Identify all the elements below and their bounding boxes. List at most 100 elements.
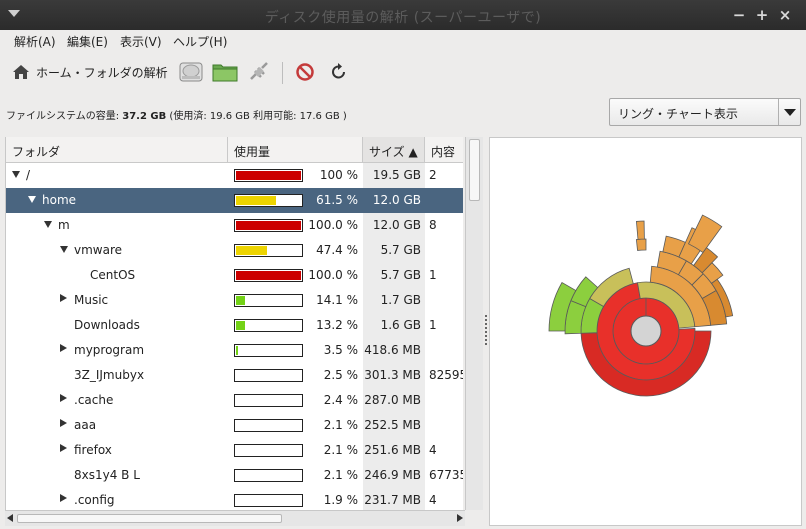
ring-center[interactable]: [630, 315, 662, 347]
usage-percent: 100.0 %: [308, 268, 358, 282]
usage-percent: 1.9 %: [323, 493, 358, 507]
expander-closed-icon[interactable]: [60, 494, 67, 502]
menu-edit[interactable]: 編集(E): [67, 33, 108, 50]
dropdown-arrow-icon[interactable]: [778, 99, 800, 125]
scan-home-label: ホーム・フォルダの解析: [36, 65, 168, 80]
menu-view[interactable]: 表示(V): [120, 33, 162, 50]
tree-row[interactable]: vmware 47.4 % 5.7 GB: [6, 238, 463, 263]
tree-row[interactable]: / 100 % 19.5 GB 2: [6, 163, 463, 188]
folder-size: 19.5 GB: [372, 168, 421, 182]
minimize-button[interactable]: −: [730, 6, 748, 24]
menu-analyze[interactable]: 解析(A): [14, 33, 56, 50]
tree-row[interactable]: 3Z_IJmubyx 2.5 % 301.3 MB 82595: [6, 363, 463, 388]
usage-percent: 100.0 %: [308, 218, 358, 232]
usage-bar: [234, 244, 303, 257]
column-header-contents[interactable]: 内容: [425, 137, 463, 163]
tree-row[interactable]: 8xs1y4 B L 2.1 % 246.9 MB 67735: [6, 463, 463, 488]
tree-row[interactable]: firefox 2.1 % 251.6 MB 4: [6, 438, 463, 463]
vertical-scroll-thumb[interactable]: [469, 139, 480, 201]
usage-percent: 47.4 %: [316, 243, 358, 257]
ring-chart-pane[interactable]: [489, 137, 802, 526]
column-header-usage[interactable]: 使用量: [228, 137, 363, 163]
usage-percent: 2.4 %: [323, 393, 358, 407]
tree-row[interactable]: Music 14.1 % 1.7 GB: [6, 288, 463, 313]
folder-contents: 1: [429, 318, 437, 332]
vertical-scrollbar[interactable]: [465, 137, 483, 510]
folder-contents: 1: [429, 268, 437, 282]
usage-bar-fill: [236, 246, 267, 255]
tree-row[interactable]: aaa 2.1 % 252.5 MB: [6, 413, 463, 438]
expander-closed-icon[interactable]: [60, 394, 67, 402]
expander-closed-icon[interactable]: [60, 344, 67, 352]
expander-open-icon[interactable]: [44, 221, 52, 228]
scroll-right-icon[interactable]: [457, 514, 463, 522]
scroll-left-icon[interactable]: [7, 514, 13, 522]
usage-percent: 14.1 %: [316, 293, 358, 307]
usage-bar-fill: [236, 271, 301, 280]
column-header-folder-label: フォルダ: [12, 145, 61, 159]
expander-open-icon[interactable]: [28, 196, 36, 203]
close-button[interactable]: ×: [776, 6, 794, 24]
usage-bar-fill: [236, 396, 238, 405]
folder-size: 246.9 MB: [364, 468, 421, 482]
maximize-button[interactable]: +: [753, 6, 771, 24]
filesystem-capacity: 37.2 GB: [122, 111, 167, 122]
column-header-size[interactable]: サイズ ▲: [363, 137, 425, 163]
title-bar: ディスク使用量の解析 (スーパーユーザで) − + ×: [0, 0, 806, 30]
usage-bar: [234, 294, 303, 307]
filesystem-info: ファイルシステムの容量: 37.2 GB (使用済: 19.6 GB 利用可能:…: [6, 107, 347, 122]
tree-row[interactable]: CentOS 100.0 % 5.7 GB 1: [6, 263, 463, 288]
folder-name: /: [26, 168, 31, 182]
ring-segment-l[interactable]: [635, 220, 645, 240]
splitter-grip-icon: [485, 315, 487, 345]
expander-open-icon[interactable]: [60, 246, 68, 253]
tree-row[interactable]: Downloads 13.2 % 1.6 GB 1: [6, 313, 463, 338]
view-mode-selected: リング・チャート表示: [618, 107, 738, 121]
usage-bar: [234, 194, 303, 207]
usage-bar: [234, 394, 303, 407]
scan-home-button[interactable]: ホーム・フォルダの解析: [12, 60, 168, 84]
stop-button[interactable]: [292, 60, 318, 84]
column-header-folder[interactable]: フォルダ: [6, 137, 228, 163]
expander-closed-icon[interactable]: [60, 294, 67, 302]
tree-row[interactable]: myprogram 3.5 % 418.6 MB: [6, 338, 463, 363]
ring-chart[interactable]: [490, 138, 803, 527]
column-header-usage-label: 使用量: [234, 145, 271, 159]
scan-filesystem-button[interactable]: [178, 60, 204, 84]
horizontal-scroll-thumb[interactable]: [17, 514, 282, 523]
view-mode-select[interactable]: リング・チャート表示: [609, 98, 801, 126]
usage-percent: 2.5 %: [323, 368, 358, 382]
usage-bar-fill: [236, 171, 301, 180]
folder-contents: 8: [429, 218, 437, 232]
folder-size: 301.3 MB: [364, 368, 421, 382]
usage-bar: [234, 494, 303, 507]
usage-bar-fill: [236, 496, 238, 505]
folder-contents: 4: [429, 443, 437, 457]
usage-percent: 3.5 %: [323, 343, 358, 357]
folder-name: home: [42, 193, 77, 207]
column-header-size-label: サイズ ▲: [369, 145, 418, 159]
column-header-contents-label: 内容: [431, 145, 456, 159]
usage-bar: [234, 319, 303, 332]
scan-remote-button[interactable]: [246, 60, 272, 84]
tree-row[interactable]: .config 1.9 % 231.7 MB 4: [6, 488, 463, 510]
refresh-button[interactable]: [326, 60, 352, 84]
menu-help[interactable]: ヘルプ(H): [173, 33, 227, 50]
folder-size: 287.0 MB: [364, 393, 421, 407]
tree-row[interactable]: m 100.0 % 12.0 GB 8: [6, 213, 463, 238]
usage-bar-fill: [236, 371, 238, 380]
scan-folder-button[interactable]: [212, 60, 238, 84]
folder-size: 5.7 GB: [380, 243, 421, 257]
usage-bar: [234, 219, 303, 232]
folder-tree[interactable]: フォルダ 使用量 サイズ ▲ 内容 / 100 % 19.5 GB 2 home 61.5…: [5, 137, 463, 510]
tree-row[interactable]: .cache 2.4 % 287.0 MB: [6, 388, 463, 413]
usage-percent: 61.5 %: [316, 193, 358, 207]
expander-open-icon[interactable]: [12, 171, 20, 178]
horizontal-scrollbar[interactable]: [5, 510, 465, 526]
ring-segment-k[interactable]: [635, 238, 647, 251]
tree-row[interactable]: home 61.5 % 12.0 GB: [6, 188, 463, 213]
filesystem-info-prefix: ファイルシステムの容量:: [6, 111, 123, 122]
expander-closed-icon[interactable]: [60, 444, 67, 452]
folder-size: 418.6 MB: [364, 343, 421, 357]
expander-closed-icon[interactable]: [60, 419, 67, 427]
